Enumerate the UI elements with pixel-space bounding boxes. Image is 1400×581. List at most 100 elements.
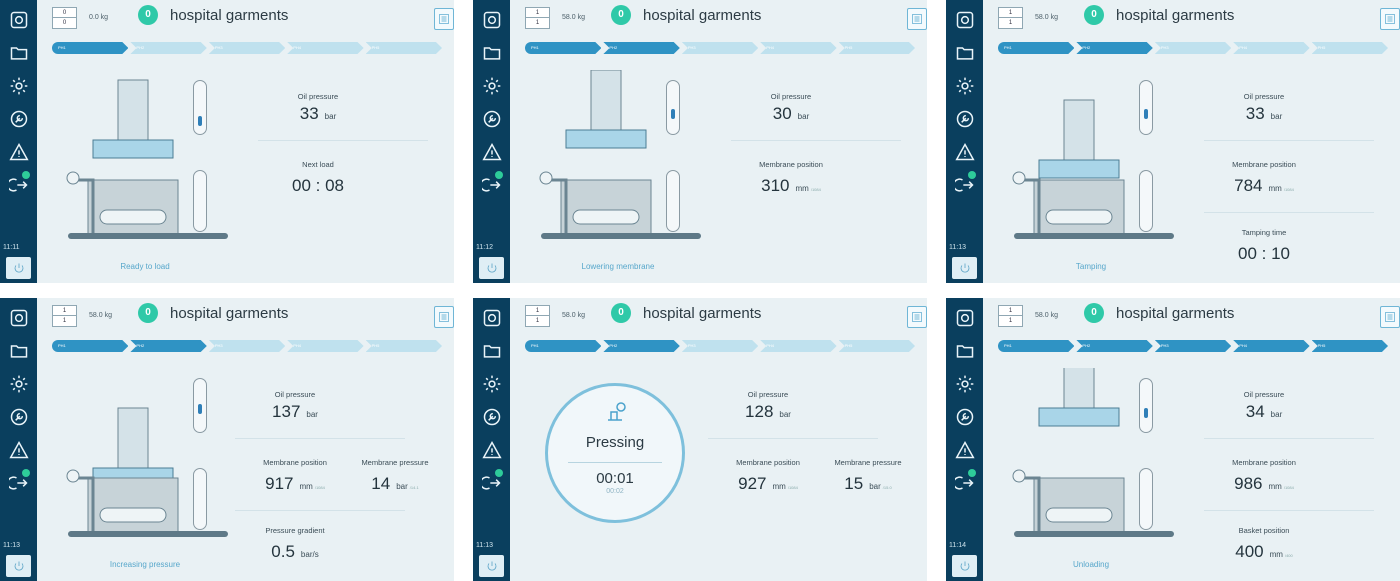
gear-icon[interactable] <box>480 372 503 395</box>
oil-pressure-unit: bar <box>797 112 810 121</box>
gauge-fill <box>198 116 202 126</box>
clock: 11:13 <box>476 542 493 549</box>
metric2-value: 927 mm/1084 <box>708 474 828 494</box>
gear-icon[interactable] <box>7 74 30 97</box>
oil-pressure-unit: bar <box>1270 112 1283 121</box>
metric2-number: 917 <box>265 474 294 493</box>
warning-icon[interactable] <box>480 438 503 461</box>
folder-icon[interactable] <box>7 41 30 64</box>
position-gauge <box>666 170 680 232</box>
power-button[interactable] <box>6 257 31 279</box>
warning-icon[interactable] <box>480 140 503 163</box>
phase-step: PH2 <box>130 42 207 54</box>
wrench-icon[interactable] <box>480 107 503 130</box>
phase-step: PH2 <box>603 42 680 54</box>
power-button[interactable] <box>6 555 31 577</box>
mm-sub: /1084 <box>810 187 821 192</box>
home-icon[interactable] <box>953 8 976 31</box>
weight-value: 58.0 kg <box>562 312 585 319</box>
oil-pressure-label: Oil pressure <box>1243 92 1285 101</box>
home-icon[interactable] <box>7 8 30 31</box>
sidebar: 11:13 <box>473 298 510 581</box>
gear-icon[interactable] <box>953 74 976 97</box>
wrench-icon[interactable] <box>953 107 976 130</box>
metric3-value: 00 : 10 <box>1204 244 1324 264</box>
wrench-icon[interactable] <box>7 107 30 130</box>
oil-gauge <box>666 80 680 135</box>
program-title: hospital garments <box>643 7 762 24</box>
metric2-value: 310 mm/1084 <box>731 176 851 196</box>
status-label: Increasing pressure <box>109 560 181 569</box>
metric2-number: 00 : 08 <box>292 176 344 195</box>
power-button[interactable] <box>479 257 504 279</box>
gear-icon[interactable] <box>7 372 30 395</box>
counter-bottom: 1 <box>535 318 540 324</box>
load-counter: 11 <box>998 305 1023 327</box>
list-button[interactable] <box>907 306 927 328</box>
counter-top: 0 <box>53 8 76 18</box>
phase-step: PH1 <box>525 42 602 54</box>
wrench-icon[interactable] <box>7 405 30 428</box>
home-icon[interactable] <box>480 306 503 329</box>
counter-top: 1 <box>999 8 1022 18</box>
warning-icon[interactable] <box>953 438 976 461</box>
home-icon[interactable] <box>480 8 503 31</box>
warning-icon[interactable] <box>7 438 30 461</box>
phase-step: PH2 <box>1076 42 1153 54</box>
screen-p6: 11:14 1 1 58.0 kg 0 hospital garments PH1 PH2 PH… <box>946 298 1400 581</box>
oil-gauge <box>193 80 207 135</box>
oil-pressure-number: 128 <box>745 402 774 421</box>
phase-step: PH3 <box>681 340 759 352</box>
membrane-pressure-label: Membrane pressure <box>834 458 902 467</box>
folder-icon[interactable] <box>953 41 976 64</box>
wrench-icon[interactable] <box>953 405 976 428</box>
phase-step: PH1 <box>998 340 1075 352</box>
program-badge: 0 <box>138 5 158 25</box>
folder-icon[interactable] <box>480 339 503 362</box>
status-dot <box>968 171 976 179</box>
divider <box>258 140 428 141</box>
warning-icon[interactable] <box>7 140 30 163</box>
counter-bottom: 1 <box>1008 20 1013 26</box>
mm-unit: mm <box>1269 550 1283 559</box>
folder-icon[interactable] <box>7 339 30 362</box>
power-button[interactable] <box>479 555 504 577</box>
phase-step: PH3 <box>208 340 286 352</box>
folder-icon[interactable] <box>953 339 976 362</box>
list-button[interactable] <box>434 8 454 30</box>
gear-icon[interactable] <box>480 74 503 97</box>
phase-step: PH4 <box>287 42 364 54</box>
phase-step: PH5 <box>1311 340 1389 352</box>
wrench-icon[interactable] <box>480 405 503 428</box>
phase-step: PH5 <box>1311 42 1389 54</box>
membrane-pressure-label: Membrane pressure <box>361 458 429 467</box>
metric2-label: Next load <box>302 160 334 169</box>
phase-step: PH5 <box>838 340 916 352</box>
folder-icon[interactable] <box>480 41 503 64</box>
counter-top: 1 <box>526 8 549 18</box>
press-machine-diagram <box>1004 70 1179 255</box>
power-button[interactable] <box>952 555 977 577</box>
power-button[interactable] <box>952 257 977 279</box>
list-button[interactable] <box>907 8 927 30</box>
sidebar: 11:14 <box>946 298 983 581</box>
status-label: Unloading <box>1072 560 1110 569</box>
counter-bottom: 1 <box>62 318 67 324</box>
warning-icon[interactable] <box>953 140 976 163</box>
pressing-total: 00:02 <box>606 488 624 495</box>
phase-bar: PH1 PH2 PH3 PH4 PH5 <box>52 340 444 352</box>
oil-pressure-label: Oil pressure <box>274 390 316 399</box>
home-icon[interactable] <box>7 306 30 329</box>
phase-bar: PH1 PH2 PH3 PH4 PH5 <box>998 340 1390 352</box>
list-button[interactable] <box>1380 8 1400 30</box>
list-button[interactable] <box>434 306 454 328</box>
list-button[interactable] <box>1380 306 1400 328</box>
divider <box>708 438 878 439</box>
position-gauge <box>193 170 207 232</box>
home-icon[interactable] <box>953 306 976 329</box>
phase-step: PH4 <box>760 42 837 54</box>
counter-top: 1 <box>999 306 1022 316</box>
program-badge: 0 <box>1084 303 1104 323</box>
program-title: hospital garments <box>1116 305 1235 322</box>
gear-icon[interactable] <box>953 372 976 395</box>
